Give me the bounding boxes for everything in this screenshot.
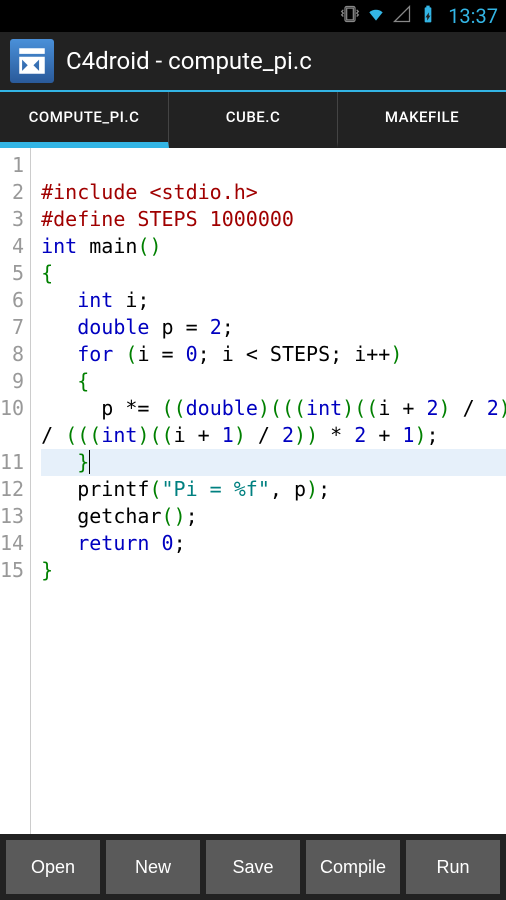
code-area[interactable]: #include <stdio.h>#define STEPS 1000000i… [31, 148, 506, 834]
new-button[interactable]: New [106, 840, 200, 894]
line-gutter: 12345678910 1112131415 [0, 148, 31, 834]
wifi-icon [366, 4, 386, 28]
tab-cube[interactable]: CUBE.C [169, 92, 338, 148]
open-button[interactable]: Open [6, 840, 100, 894]
run-button[interactable]: Run [406, 840, 500, 894]
app-icon[interactable] [10, 39, 54, 83]
status-bar: 13:37 [0, 0, 506, 32]
tab-makefile[interactable]: MAKEFILE [338, 92, 506, 148]
signal-icon [392, 4, 412, 28]
action-bar: C4droid - compute_pi.c [0, 32, 506, 92]
clock: 13:37 [448, 4, 498, 28]
tab-compute-pi[interactable]: COMPUTE_PI.C [0, 92, 169, 148]
save-button[interactable]: Save [206, 840, 300, 894]
code-editor[interactable]: 12345678910 1112131415 #include <stdio.h… [0, 148, 506, 834]
app-title: C4droid - compute_pi.c [66, 47, 312, 75]
compile-button[interactable]: Compile [306, 840, 400, 894]
vibrate-icon [340, 4, 360, 28]
battery-icon [418, 4, 438, 28]
tabs: COMPUTE_PI.C CUBE.C MAKEFILE [0, 92, 506, 148]
bottom-toolbar: Open New Save Compile Run [0, 834, 506, 900]
